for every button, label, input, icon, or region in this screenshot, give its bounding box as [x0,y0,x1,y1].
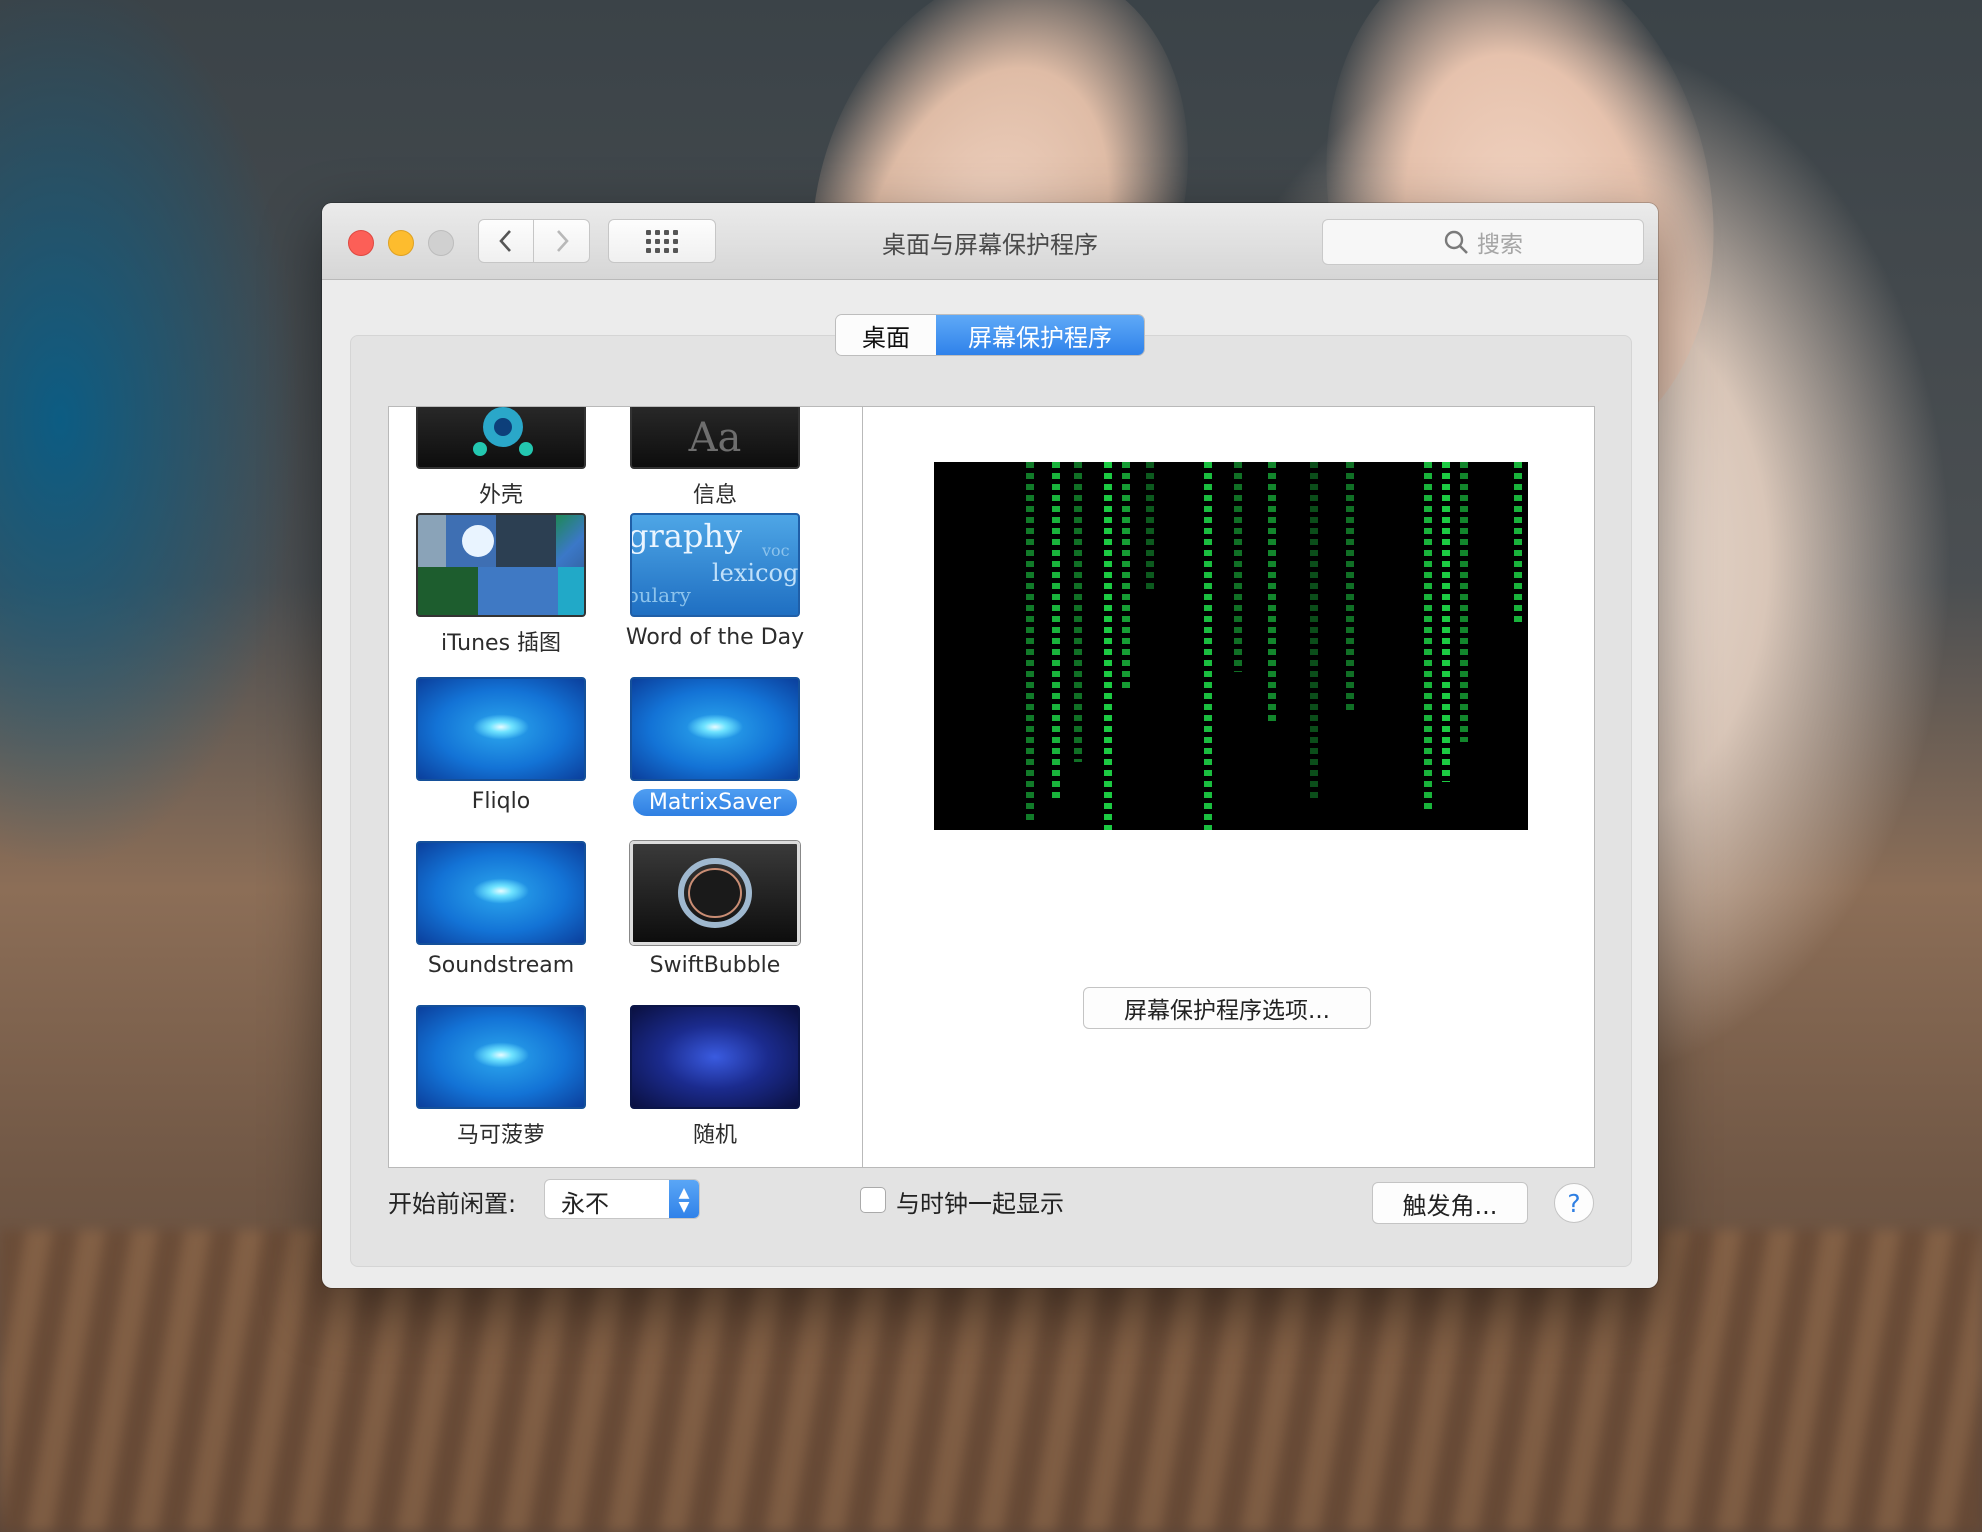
itunes-art [418,515,584,615]
screensaver-item-swiftbubble[interactable]: SwiftBubble [615,841,815,978]
screensaver-item-random[interactable]: 随机 [615,1005,815,1149]
screensaver-options-button[interactable]: 屏幕保护程序选项... [1083,987,1371,1029]
screensaver-label: SwiftBubble [649,953,781,978]
word-graphy-text: graphy [630,517,743,555]
word-lexicog-text: lexicog [712,559,799,587]
shell-art [473,407,533,456]
word-bulary-text: bulary [630,583,691,607]
tab-screensaver[interactable]: 屏幕保护程序 [936,315,1144,355]
screensaver-thumbnail: graphy lexicog bulary voc [630,513,800,617]
screensaver-label: 外壳 [478,483,523,508]
search-icon [1444,230,1468,254]
word-voc-text: voc [762,541,790,560]
screensaver-label: Soundstream [427,953,575,978]
idle-label: 开始前闲置: [388,1190,517,1218]
bubble-art [678,858,752,928]
screensaver-label: 信息 [692,483,737,508]
search-field[interactable]: 搜索 [1322,219,1644,265]
screensaver-thumbnail: Aa [630,407,800,469]
screensaver-label: Word of the Day [625,625,805,650]
hot-corners-button[interactable]: 触发角... [1372,1182,1528,1224]
screensaver-label-selected: MatrixSaver [632,789,798,816]
screensaver-label: Fliqlo [471,789,531,814]
screensaver-thumbnail [416,513,586,617]
screensaver-item-itunes[interactable]: iTunes 插图 [401,513,601,657]
screensaver-label: iTunes 插图 [440,631,562,656]
title-bar: 桌面与屏幕保护程序 搜索 [322,203,1658,280]
stepper-arrows-icon: ▲ ▼ [669,1180,699,1218]
screensaver-label: 随机 [692,1123,737,1148]
screensaver-thumbnail [630,1005,800,1109]
screensaver-thumbnail [416,841,586,945]
screensaver-thumbnail [416,1005,586,1109]
idle-time-value: 永不 [561,1190,609,1218]
screensaver-item-word-of-the-day[interactable]: graphy lexicog bulary voc Word of the Da… [615,513,815,650]
matrix-preview [934,462,1528,830]
info-aa-text: Aa [688,415,742,461]
preferences-window: 桌面与屏幕保护程序 搜索 桌面 屏幕保护程序 外壳 Aa 信息 iTunes 插… [322,203,1658,1288]
screensaver-item-fliqlo[interactable]: Fliqlo [401,677,601,814]
screensaver-item-info[interactable]: Aa 信息 [615,407,815,509]
show-clock-label[interactable]: 与时钟一起显示 [896,1184,1064,1219]
screensaver-label: 马可菠萝 [456,1123,545,1148]
screensaver-thumbnail [416,677,586,781]
screensaver-item-shell[interactable]: 外壳 [401,407,601,509]
help-button[interactable]: ? [1554,1183,1594,1223]
screensaver-item-soundstream[interactable]: Soundstream [401,841,601,978]
tab-control: 桌面 屏幕保护程序 [836,315,1144,355]
preview-pane: 屏幕保护程序选项... [862,406,1595,1168]
screensaver-item-matrixsaver[interactable]: MatrixSaver [615,677,815,816]
search-placeholder: 搜索 [1477,232,1523,258]
screensaver-list[interactable]: 外壳 Aa 信息 iTunes 插图 graphy lexicog bulary… [388,406,863,1168]
screensaver-thumbnail [630,841,800,945]
tab-desktop[interactable]: 桌面 [836,315,936,355]
show-clock-checkbox[interactable] [860,1187,886,1213]
screensaver-thumbnail [630,677,800,781]
screensaver-item-marco-polo[interactable]: 马可菠萝 [401,1005,601,1149]
idle-time-select[interactable]: 永不 ▲ ▼ [544,1179,700,1219]
screensaver-thumbnail [416,407,586,469]
